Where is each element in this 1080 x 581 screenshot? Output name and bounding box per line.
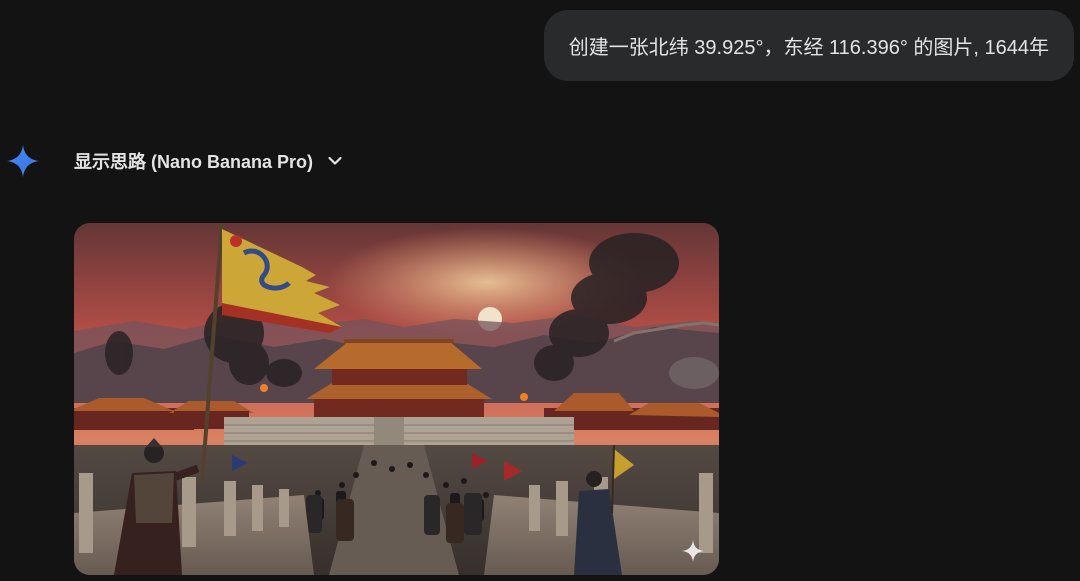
- show-thoughts-label: 显示思路 (Nano Banana Pro): [74, 152, 314, 172]
- generated-image[interactable]: [74, 223, 719, 575]
- chevron-down-icon: [328, 156, 342, 165]
- sparkle-watermark-icon: [682, 540, 704, 562]
- show-thoughts-toggle[interactable]: 显示思路 (Nano Banana Pro): [74, 146, 343, 176]
- forbidden-city-1644-scene: [74, 223, 719, 575]
- chat-page: 创建一张北纬 39.925°，东经 116.396° 的图片, 1644年 显示…: [0, 0, 1080, 581]
- user-prompt-bubble: 创建一张北纬 39.925°，东经 116.396° 的图片, 1644年: [543, 10, 1074, 81]
- user-prompt-text: 创建一张北纬 39.925°，东经 116.396° 的图片, 1644年: [568, 37, 1049, 59]
- gemini-sparkle-icon: [7, 145, 39, 177]
